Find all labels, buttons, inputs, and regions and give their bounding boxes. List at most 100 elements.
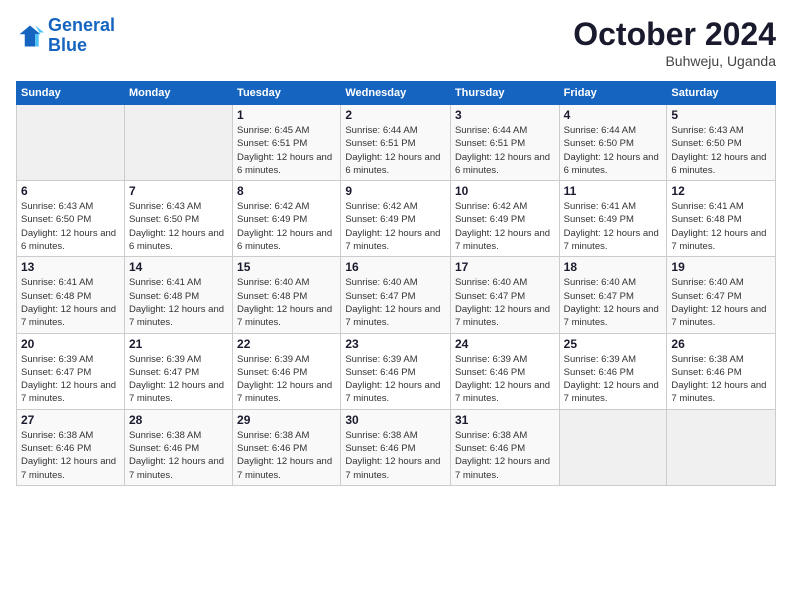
day-info: Sunrise: 6:40 AM Sunset: 6:47 PM Dayligh…	[455, 276, 555, 329]
day-info: Sunrise: 6:39 AM Sunset: 6:46 PM Dayligh…	[345, 353, 446, 406]
day-number: 22	[237, 337, 336, 351]
calendar-cell: 2 Sunrise: 6:44 AM Sunset: 6:51 PM Daylig…	[341, 105, 451, 181]
day-number: 26	[671, 337, 771, 351]
calendar-header-row: SundayMondayTuesdayWednesdayThursdayFrid…	[17, 82, 776, 105]
day-info: Sunrise: 6:38 AM Sunset: 6:46 PM Dayligh…	[455, 429, 555, 482]
calendar-cell: 14Sunrise: 6:41 AM Sunset: 6:48 PM Dayli…	[124, 257, 232, 333]
calendar-cell: 17 Sunrise: 6:40 AM Sunset: 6:47 PM Dayli…	[450, 257, 559, 333]
calendar-cell: 8Sunrise: 6:42 AM Sunset: 6:49 PM Daylig…	[233, 181, 341, 257]
calendar-cell	[17, 105, 125, 181]
calendar-cell: 11Sunrise: 6:41 AM Sunset: 6:49 PM Dayli…	[559, 181, 667, 257]
calendar-week-row: 13 Sunrise: 6:41 AM Sunset: 6:48 PM Dayli…	[17, 257, 776, 333]
day-number: 25	[564, 337, 663, 351]
day-info: Sunrise: 6:41 AM Sunset: 6:48 PM Dayligh…	[129, 276, 228, 329]
calendar-cell: 15 Sunrise: 6:40 AM Sunset: 6:48 PM Dayli…	[233, 257, 341, 333]
day-number: 24	[455, 337, 555, 351]
calendar-week-row: 27 Sunrise: 6:38 AM Sunset: 6:46 PM Dayli…	[17, 409, 776, 485]
calendar-cell: 19Sunrise: 6:40 AM Sunset: 6:47 PM Dayli…	[667, 257, 776, 333]
calendar-table: SundayMondayTuesdayWednesdayThursdayFrid…	[16, 81, 776, 486]
logo-line2: Blue	[48, 35, 87, 55]
day-number: 21	[129, 337, 228, 351]
calendar-cell: 20 Sunrise: 6:39 AM Sunset: 6:47 PM Dayli…	[17, 333, 125, 409]
calendar-cell: 13Sunrise: 6:41 AM Sunset: 6:48 PM Dayli…	[17, 257, 125, 333]
day-info: Sunrise: 6:43 AM Sunset: 6:50 PM Dayligh…	[671, 124, 771, 177]
day-number: 2	[345, 108, 446, 122]
calendar-cell: 18 Sunrise: 6:40 AM Sunset: 6:47 PM Dayli…	[559, 257, 667, 333]
day-number: 20	[21, 337, 120, 351]
calendar-cell: 30 Sunrise: 6:38 AM Sunset: 6:46 PM Dayli…	[341, 409, 451, 485]
day-number: 13	[21, 260, 120, 274]
weekday-header: Wednesday	[341, 82, 451, 105]
calendar-cell	[124, 105, 232, 181]
day-number: 10	[455, 184, 555, 198]
calendar-cell: 16 Sunrise: 6:40 AM Sunset: 6:47 PM Dayli…	[341, 257, 451, 333]
day-info: Sunrise: 6:38 AM Sunset: 6:46 PM Dayligh…	[345, 429, 446, 482]
day-info: Sunrise: 6:39 AM Sunset: 6:46 PM Dayligh…	[455, 353, 555, 406]
weekday-header: Tuesday	[233, 82, 341, 105]
day-number: 8	[237, 184, 336, 198]
logo-icon	[16, 22, 44, 50]
day-info: Sunrise: 6:45 AM Sunset: 6:51 PM Dayligh…	[237, 124, 336, 177]
day-number: 18	[564, 260, 663, 274]
title-block: October 2024 Buhweju, Uganda	[573, 16, 776, 69]
weekday-header: Friday	[559, 82, 667, 105]
day-info: Sunrise: 6:39 AM Sunset: 6:47 PM Dayligh…	[129, 353, 228, 406]
day-info: Sunrise: 6:42 AM Sunset: 6:49 PM Dayligh…	[455, 200, 555, 253]
day-info: Sunrise: 6:43 AM Sunset: 6:50 PM Dayligh…	[21, 200, 120, 253]
logo: General Blue	[16, 16, 115, 56]
day-number: 15	[237, 260, 336, 274]
calendar-cell: 12Sunrise: 6:41 AM Sunset: 6:48 PM Dayli…	[667, 181, 776, 257]
day-info: Sunrise: 6:38 AM Sunset: 6:46 PM Dayligh…	[671, 353, 771, 406]
day-info: Sunrise: 6:42 AM Sunset: 6:49 PM Dayligh…	[345, 200, 446, 253]
calendar-cell: 1 Sunrise: 6:45 AM Sunset: 6:51 PM Daylig…	[233, 105, 341, 181]
calendar-cell: 7 Sunrise: 6:43 AM Sunset: 6:50 PM Daylig…	[124, 181, 232, 257]
calendar-cell: 25 Sunrise: 6:39 AM Sunset: 6:46 PM Dayli…	[559, 333, 667, 409]
day-info: Sunrise: 6:39 AM Sunset: 6:47 PM Dayligh…	[21, 353, 120, 406]
calendar-week-row: 20 Sunrise: 6:39 AM Sunset: 6:47 PM Dayli…	[17, 333, 776, 409]
day-number: 1	[237, 108, 336, 122]
month-title: October 2024	[573, 16, 776, 53]
weekday-header: Saturday	[667, 82, 776, 105]
calendar-week-row: 6Sunrise: 6:43 AM Sunset: 6:50 PM Daylig…	[17, 181, 776, 257]
calendar-cell: 29Sunrise: 6:38 AM Sunset: 6:46 PM Dayli…	[233, 409, 341, 485]
weekday-header: Monday	[124, 82, 232, 105]
day-number: 28	[129, 413, 228, 427]
day-info: Sunrise: 6:38 AM Sunset: 6:46 PM Dayligh…	[21, 429, 120, 482]
day-info: Sunrise: 6:40 AM Sunset: 6:47 PM Dayligh…	[345, 276, 446, 329]
day-number: 9	[345, 184, 446, 198]
calendar-cell: 9 Sunrise: 6:42 AM Sunset: 6:49 PM Daylig…	[341, 181, 451, 257]
day-info: Sunrise: 6:44 AM Sunset: 6:51 PM Dayligh…	[455, 124, 555, 177]
calendar-cell: 23 Sunrise: 6:39 AM Sunset: 6:46 PM Dayli…	[341, 333, 451, 409]
calendar-cell: 5 Sunrise: 6:43 AM Sunset: 6:50 PM Daylig…	[667, 105, 776, 181]
logo-text: General Blue	[48, 16, 115, 56]
calendar-cell: 22Sunrise: 6:39 AM Sunset: 6:46 PM Dayli…	[233, 333, 341, 409]
calendar-cell: 26 Sunrise: 6:38 AM Sunset: 6:46 PM Dayli…	[667, 333, 776, 409]
day-info: Sunrise: 6:40 AM Sunset: 6:47 PM Dayligh…	[564, 276, 663, 329]
calendar-cell: 28Sunrise: 6:38 AM Sunset: 6:46 PM Dayli…	[124, 409, 232, 485]
day-number: 23	[345, 337, 446, 351]
calendar-cell: 6Sunrise: 6:43 AM Sunset: 6:50 PM Daylig…	[17, 181, 125, 257]
page-header: General Blue October 2024 Buhweju, Ugand…	[16, 16, 776, 69]
day-number: 4	[564, 108, 663, 122]
day-info: Sunrise: 6:40 AM Sunset: 6:48 PM Dayligh…	[237, 276, 336, 329]
day-info: Sunrise: 6:44 AM Sunset: 6:51 PM Dayligh…	[345, 124, 446, 177]
calendar-cell: 4 Sunrise: 6:44 AM Sunset: 6:50 PM Daylig…	[559, 105, 667, 181]
day-info: Sunrise: 6:44 AM Sunset: 6:50 PM Dayligh…	[564, 124, 663, 177]
day-info: Sunrise: 6:43 AM Sunset: 6:50 PM Dayligh…	[129, 200, 228, 253]
logo-line1: General	[48, 15, 115, 35]
day-number: 31	[455, 413, 555, 427]
day-number: 30	[345, 413, 446, 427]
day-number: 27	[21, 413, 120, 427]
day-number: 12	[671, 184, 771, 198]
day-number: 5	[671, 108, 771, 122]
day-number: 29	[237, 413, 336, 427]
calendar-cell: 24 Sunrise: 6:39 AM Sunset: 6:46 PM Dayli…	[450, 333, 559, 409]
day-number: 3	[455, 108, 555, 122]
day-number: 17	[455, 260, 555, 274]
day-number: 7	[129, 184, 228, 198]
calendar-week-row: 1 Sunrise: 6:45 AM Sunset: 6:51 PM Daylig…	[17, 105, 776, 181]
calendar-cell: 21 Sunrise: 6:39 AM Sunset: 6:47 PM Dayli…	[124, 333, 232, 409]
calendar-cell: 31 Sunrise: 6:38 AM Sunset: 6:46 PM Dayli…	[450, 409, 559, 485]
day-number: 16	[345, 260, 446, 274]
day-info: Sunrise: 6:39 AM Sunset: 6:46 PM Dayligh…	[564, 353, 663, 406]
